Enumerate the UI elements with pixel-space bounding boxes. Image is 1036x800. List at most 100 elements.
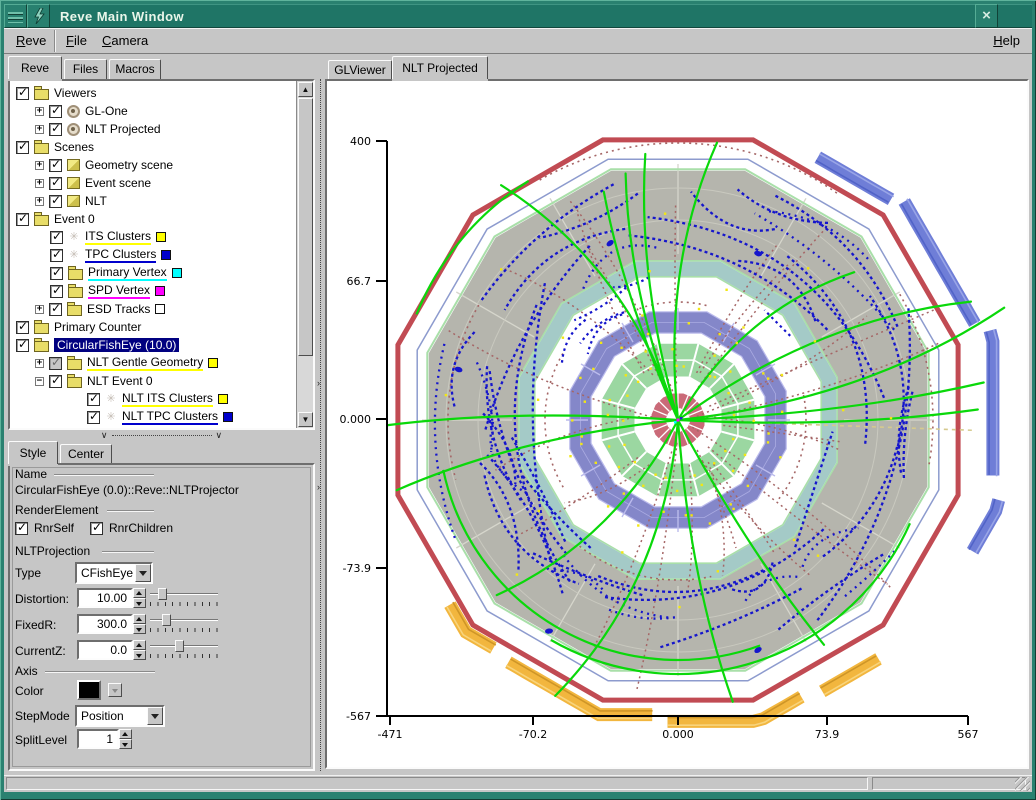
stepmode-combobox[interactable]: Position <box>75 705 165 727</box>
fixedr-slider[interactable] <box>150 613 218 631</box>
tab-nlt-projected[interactable]: NLT Projected <box>392 56 488 79</box>
tree-item[interactable]: ✳TPC Clusters <box>10 246 296 264</box>
tree-item-label[interactable]: Scenes <box>54 140 94 154</box>
distortion-slider[interactable] <box>150 587 218 605</box>
menu-help[interactable]: Help <box>989 28 1024 54</box>
tree-item-label[interactable]: Geometry scene <box>85 158 173 172</box>
title-bar[interactable]: Reve Main Window × <box>4 4 1032 28</box>
combo-arrow-icon[interactable] <box>147 707 163 725</box>
tree-scrollbar[interactable]: ▲ ▼ <box>296 81 313 428</box>
tab-glviewer[interactable]: GLViewer <box>328 60 392 79</box>
splitlevel-spinner[interactable] <box>119 729 132 749</box>
tree-checkbox[interactable] <box>87 411 100 424</box>
tree-item[interactable]: Scenes <box>10 138 296 156</box>
tab-files[interactable]: Files <box>64 59 107 79</box>
tree-item[interactable]: + ESD Tracks <box>10 300 296 318</box>
tree-checkbox[interactable] <box>49 195 62 208</box>
tree-item-label[interactable]: TPC Clusters <box>85 247 156 263</box>
tree-item[interactable]: − NLT Event 0 <box>10 372 296 390</box>
window-menu-button[interactable] <box>4 4 27 28</box>
tree-item[interactable]: + NLT Projected <box>10 120 296 138</box>
tree-item[interactable]: Event 0 <box>10 210 296 228</box>
tree-item-label[interactable]: ESD Tracks <box>87 302 150 316</box>
tree-item[interactable]: Primary Counter <box>10 318 296 336</box>
tree-expander[interactable]: + <box>35 161 44 170</box>
type-combobox[interactable]: CFishEye <box>75 562 153 584</box>
tree-item-label[interactable]: Primary Counter <box>54 320 141 334</box>
tree-item-label[interactable]: NLT Event 0 <box>87 374 153 388</box>
app-icon-button[interactable] <box>27 4 50 28</box>
scrollbar-thumb[interactable] <box>298 98 313 356</box>
tree-item-label[interactable]: NLT Projected <box>85 122 161 136</box>
splitlevel-input[interactable]: 1 <box>77 729 119 749</box>
tree-item-label[interactable]: ITS Clusters <box>85 229 151 245</box>
tree-item[interactable]: Viewers <box>10 84 296 102</box>
tree-item-label[interactable]: Event scene <box>85 176 151 190</box>
axis-color-swatch[interactable] <box>77 680 101 700</box>
tree-checkbox[interactable] <box>50 267 63 280</box>
fixedr-spinner[interactable] <box>133 614 146 634</box>
scroll-up-icon[interactable]: ▲ <box>298 82 313 97</box>
tree-item[interactable]: CircularFishEye (10.0) <box>10 336 296 354</box>
currentz-input[interactable]: 0.0 <box>77 640 133 660</box>
tree-item[interactable]: ✳NLT ITS Clusters <box>10 390 296 408</box>
currentz-spinner[interactable] <box>133 640 146 660</box>
tree-item-label[interactable]: NLT Gentle Geometry <box>87 355 203 371</box>
tree-checkbox[interactable] <box>50 249 63 262</box>
tree-item[interactable]: SPD Vertex <box>10 282 296 300</box>
tree-item[interactable]: + NLT <box>10 192 296 210</box>
tree-checkbox[interactable] <box>50 231 63 244</box>
distortion-spinner[interactable] <box>133 588 146 608</box>
tree-item[interactable]: Primary Vertex <box>10 264 296 282</box>
tree-checkbox[interactable] <box>16 339 29 352</box>
tree-checkbox[interactable] <box>49 159 62 172</box>
color-dropdown-icon[interactable] <box>108 683 122 697</box>
resize-grip[interactable] <box>1015 777 1030 791</box>
tree-checkbox[interactable] <box>50 285 63 298</box>
tree-expander[interactable]: + <box>35 125 44 134</box>
vertical-splitter[interactable]: › › <box>317 79 324 771</box>
tree-item[interactable]: + Geometry scene <box>10 156 296 174</box>
close-button[interactable]: × <box>975 4 998 28</box>
tree-checkbox[interactable] <box>87 393 100 406</box>
tab-center[interactable]: Center <box>60 444 112 464</box>
tree-expander[interactable]: + <box>35 197 44 206</box>
tree-item-label[interactable]: SPD Vertex <box>88 283 150 299</box>
tree-checkbox[interactable] <box>49 303 62 316</box>
tree-expander[interactable]: + <box>35 305 44 314</box>
tree-checkbox[interactable] <box>49 375 62 388</box>
tree-checkbox[interactable] <box>49 105 62 118</box>
tree-item-label[interactable]: NLT <box>85 194 107 208</box>
tree-checkbox[interactable] <box>16 213 29 226</box>
tree-item-label[interactable]: Viewers <box>54 86 96 100</box>
currentz-slider[interactable] <box>150 639 218 657</box>
tree-expander[interactable]: − <box>35 377 44 386</box>
tree-item[interactable]: ✳ITS Clusters <box>10 228 296 246</box>
distortion-input[interactable]: 10.00 <box>77 588 133 608</box>
tab-style[interactable]: Style <box>8 441 58 464</box>
rnrself-checkbox[interactable] <box>15 522 28 535</box>
tree-checkbox[interactable] <box>16 321 29 334</box>
rnrchildren-checkbox[interactable] <box>90 522 103 535</box>
menu-reve[interactable]: Reve <box>12 28 50 54</box>
menu-file[interactable]: File <box>62 28 91 54</box>
tree-item[interactable]: ✳NLT TPC Clusters <box>10 408 296 426</box>
tree-item-label[interactable]: CircularFishEye (10.0) <box>54 338 179 352</box>
tree-checkbox[interactable] <box>49 177 62 190</box>
tree-checkbox[interactable] <box>16 87 29 100</box>
fixedr-input[interactable]: 300.0 <box>77 614 133 634</box>
tree-item[interactable]: + GL-One <box>10 102 296 120</box>
tree-item-label[interactable]: NLT TPC Clusters <box>122 409 218 425</box>
tree-item-label[interactable]: NLT ITS Clusters <box>122 391 213 407</box>
tree-expander[interactable]: + <box>35 179 44 188</box>
tree-item-label[interactable]: Primary Vertex <box>88 265 167 281</box>
tree-expander[interactable]: + <box>35 107 44 116</box>
tree-item-label[interactable]: GL-One <box>85 104 128 118</box>
tab-macros[interactable]: Macros <box>109 59 161 79</box>
menu-camera[interactable]: Camera <box>98 28 152 54</box>
tree-item[interactable]: + Event scene <box>10 174 296 192</box>
tree-expander[interactable]: + <box>35 359 44 368</box>
event-display[interactable]: 40066.70.000-73.9-567-471-70.20.00073.95… <box>327 81 1027 767</box>
tree-item-label[interactable]: Event 0 <box>54 212 95 226</box>
tree-checkbox[interactable] <box>49 123 62 136</box>
